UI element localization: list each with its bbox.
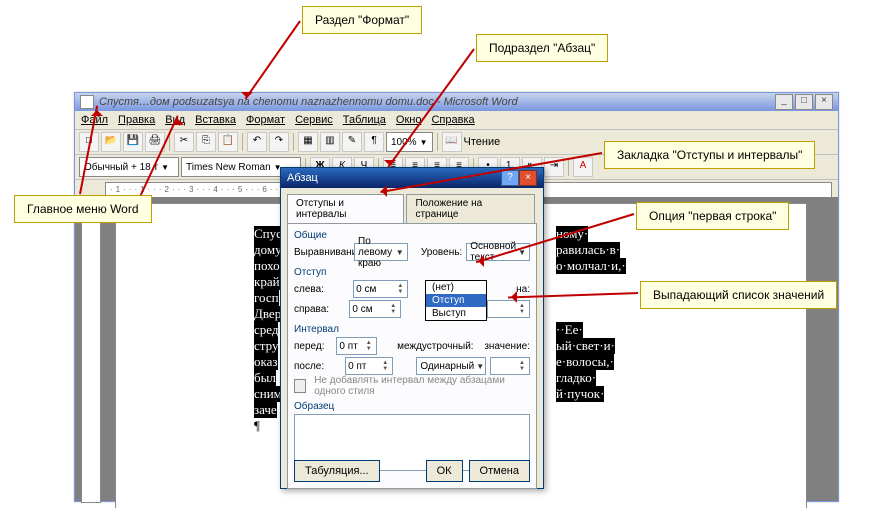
word-menubar[interactable]: Файл Правка Вид Вставка Формат Сервис Та… <box>75 111 838 130</box>
line-spacing-combo[interactable]: Одинарный▼ <box>416 357 486 375</box>
group-general-title: Общие <box>294 230 530 241</box>
group-indent: Отступ слева: 0 см▲▼ первая строка: на: … <box>294 267 530 318</box>
undo-icon[interactable]: ↶ <box>247 132 267 152</box>
dropdown-item-indent[interactable]: Отступ <box>426 294 486 307</box>
selected-text: ый·свет·и· <box>556 338 615 354</box>
selected-text: о·молчал·и,· <box>556 258 626 274</box>
spacing-after-spinner[interactable]: 0 пт▲▼ <box>345 357 393 375</box>
word-title-text: Спустя…дом podsuzatsya na chenomu naznaz… <box>99 96 518 108</box>
callout-format-section: Раздел "Формат" <box>302 6 422 34</box>
menu-format[interactable]: Формат <box>246 114 285 126</box>
maximize-button[interactable]: □ <box>795 94 813 110</box>
show-marks-icon[interactable]: ¶ <box>364 132 384 152</box>
dialog-title-text: Абзац <box>287 172 318 184</box>
ok-button[interactable]: ОК <box>426 460 463 482</box>
group-spacing-title: Интервал <box>294 324 530 335</box>
no-space-same-style-checkbox[interactable] <box>294 379 306 393</box>
tabulation-button[interactable]: Табуляция... <box>294 460 380 482</box>
dropdown-item-none[interactable]: (нет) <box>426 281 486 294</box>
line-spacing-label: междустрочный: <box>397 341 474 352</box>
paste-icon[interactable]: 📋 <box>218 132 238 152</box>
alignment-combo[interactable]: По левому краю▼ <box>354 243 408 261</box>
selected-text: край <box>254 274 280 290</box>
selected-text: дому <box>254 242 282 258</box>
menu-help[interactable]: Справка <box>431 114 474 126</box>
table-icon[interactable]: ▦ <box>298 132 318 152</box>
selected-text: ··Ее· <box>556 322 583 338</box>
close-button[interactable]: × <box>815 94 833 110</box>
selected-text: равилась·в· <box>556 242 620 258</box>
first-line-on-label: на: <box>516 284 530 295</box>
menu-insert[interactable]: Вставка <box>195 114 236 126</box>
indent-right-spinner[interactable]: 0 см▲▼ <box>349 300 401 318</box>
font-color-icon[interactable]: A <box>573 157 593 177</box>
line-spacing-value-label: значение: <box>484 341 530 352</box>
group-indent-title: Отступ <box>294 267 530 278</box>
dialog-body: Общие Выравнивание: По левому краю▼ Уров… <box>287 223 537 489</box>
selected-text: сним <box>254 386 282 402</box>
indent-left-spinner[interactable]: 0 см▲▼ <box>353 280 408 298</box>
dropdown-item-hanging[interactable]: Выступ <box>426 307 486 320</box>
menu-table[interactable]: Таблица <box>343 114 386 126</box>
alignment-label: Выравнивание: <box>294 247 350 258</box>
group-preview-title: Образец <box>294 401 530 412</box>
selected-text: стру <box>254 338 278 354</box>
columns-icon[interactable]: ▥ <box>320 132 340 152</box>
read-icon[interactable]: 📖 <box>442 132 462 152</box>
indent-left-label: слева: <box>294 284 349 295</box>
paragraph-mark: ¶ <box>254 418 260 434</box>
selected-text: был <box>254 370 276 386</box>
save-icon[interactable]: 💾 <box>123 132 143 152</box>
tab-page-position[interactable]: Положение на странице <box>406 194 535 223</box>
selected-text: заче <box>254 402 277 418</box>
selected-text: Спус <box>254 226 282 242</box>
menu-edit[interactable]: Правка <box>118 114 155 126</box>
selected-text: е·волосы,· <box>556 354 614 370</box>
selected-text: оказ <box>254 354 278 370</box>
copy-icon[interactable]: ⎘ <box>196 132 216 152</box>
redo-icon[interactable]: ↷ <box>269 132 289 152</box>
cut-icon[interactable]: ✂ <box>174 132 194 152</box>
menu-tools[interactable]: Сервис <box>295 114 333 126</box>
indent-right-label: справа: <box>294 304 345 315</box>
selected-text: госп <box>254 290 279 306</box>
word-titlebar: Спустя…дом podsuzatsya na chenomu naznaz… <box>75 93 838 111</box>
first-line-dropdown-list[interactable]: (нет) Отступ Выступ <box>425 280 487 321</box>
level-label: Уровень: <box>421 247 462 258</box>
dialog-close-icon[interactable]: × <box>519 170 537 186</box>
spacing-after-label: после: <box>294 361 341 372</box>
callout-dropdown-list: Выпадающий список значений <box>640 281 837 309</box>
callout-paragraph-subsection: Подраздел "Абзац" <box>476 34 608 62</box>
selected-text: похо <box>254 258 280 274</box>
dialog-help-icon[interactable]: ? <box>501 170 519 186</box>
vertical-ruler[interactable] <box>81 197 101 503</box>
tab-indents-spacing[interactable]: Отступы и интервалы <box>287 194 404 223</box>
spacing-before-label: перед: <box>294 341 332 352</box>
line-spacing-at-spinner[interactable]: ▲▼ <box>490 357 530 375</box>
open-icon[interactable]: 📂 <box>101 132 121 152</box>
style-combo[interactable]: Обычный + 18 т▼ <box>79 157 179 177</box>
selected-text: сред <box>254 322 278 338</box>
callout-first-line-option: Опция "первая строка" <box>636 202 789 230</box>
selected-text: гладко· <box>556 370 596 386</box>
selected-text: Двер <box>254 306 281 322</box>
read-label: Чтение <box>464 136 501 148</box>
no-space-same-style-label: Не добавлять интервал между абзацами одн… <box>314 375 530 397</box>
minimize-button[interactable]: _ <box>775 94 793 110</box>
drawing-icon[interactable]: ✎ <box>342 132 362 152</box>
paragraph-dialog: Абзац ? × Отступы и интервалы Положение … <box>280 167 544 489</box>
dialog-tabs: Отступы и интервалы Положение на страниц… <box>287 194 537 223</box>
group-spacing: Интервал перед: 0 пт▲▼ междустрочный: зн… <box>294 324 530 395</box>
callout-indent-tab: Закладка "Отступы и интервалы" <box>604 141 815 169</box>
spacing-before-spinner[interactable]: 0 пт▲▼ <box>336 337 376 355</box>
callout-main-menu: Главное меню Word <box>14 195 152 223</box>
cancel-button[interactable]: Отмена <box>469 460 530 482</box>
selected-text: й·пучок· <box>556 386 604 402</box>
